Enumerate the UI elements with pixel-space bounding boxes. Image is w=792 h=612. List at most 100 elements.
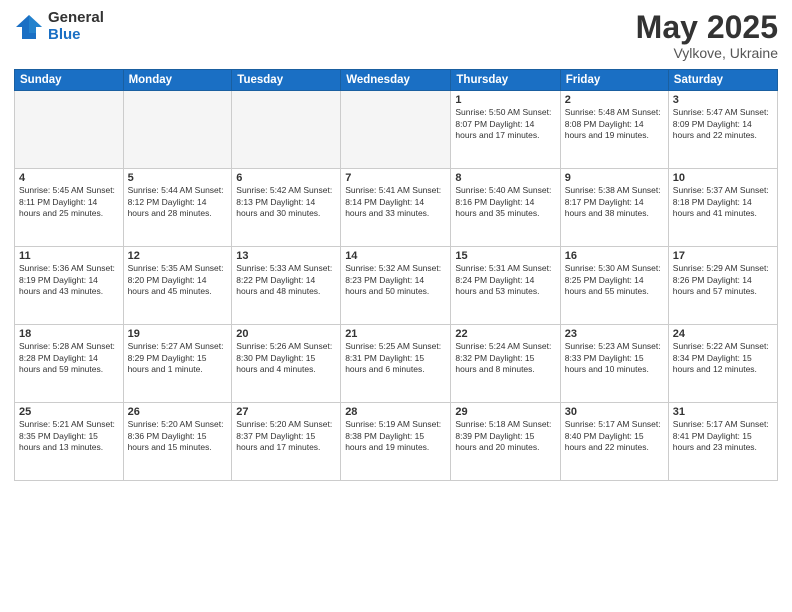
table-cell (341, 91, 451, 169)
table-cell: 18Sunrise: 5:28 AM Sunset: 8:28 PM Dayli… (15, 325, 124, 403)
day-info: Sunrise: 5:42 AM Sunset: 8:13 PM Dayligh… (236, 185, 336, 219)
day-info: Sunrise: 5:36 AM Sunset: 8:19 PM Dayligh… (19, 263, 119, 297)
day-info: Sunrise: 5:21 AM Sunset: 8:35 PM Dayligh… (19, 419, 119, 453)
day-number: 5 (128, 172, 228, 184)
page: General Blue May 2025 Vylkove, Ukraine S… (0, 0, 792, 612)
header-sunday: Sunday (15, 70, 124, 91)
day-number: 13 (236, 250, 336, 262)
table-cell: 29Sunrise: 5:18 AM Sunset: 8:39 PM Dayli… (451, 403, 560, 481)
day-info: Sunrise: 5:37 AM Sunset: 8:18 PM Dayligh… (673, 185, 773, 219)
table-cell (15, 91, 124, 169)
table-cell: 24Sunrise: 5:22 AM Sunset: 8:34 PM Dayli… (668, 325, 777, 403)
day-number: 19 (128, 328, 228, 340)
day-info: Sunrise: 5:23 AM Sunset: 8:33 PM Dayligh… (565, 341, 664, 375)
day-number: 10 (673, 172, 773, 184)
table-cell: 19Sunrise: 5:27 AM Sunset: 8:29 PM Dayli… (123, 325, 232, 403)
header: General Blue May 2025 Vylkove, Ukraine (14, 10, 778, 61)
table-cell: 31Sunrise: 5:17 AM Sunset: 8:41 PM Dayli… (668, 403, 777, 481)
day-number: 9 (565, 172, 664, 184)
day-number: 20 (236, 328, 336, 340)
calendar-row-3: 11Sunrise: 5:36 AM Sunset: 8:19 PM Dayli… (15, 247, 778, 325)
day-info: Sunrise: 5:28 AM Sunset: 8:28 PM Dayligh… (19, 341, 119, 375)
table-cell: 28Sunrise: 5:19 AM Sunset: 8:38 PM Dayli… (341, 403, 451, 481)
day-number: 29 (455, 406, 555, 418)
day-info: Sunrise: 5:19 AM Sunset: 8:38 PM Dayligh… (345, 419, 446, 453)
table-cell: 15Sunrise: 5:31 AM Sunset: 8:24 PM Dayli… (451, 247, 560, 325)
day-number: 8 (455, 172, 555, 184)
table-cell: 20Sunrise: 5:26 AM Sunset: 8:30 PM Dayli… (232, 325, 341, 403)
header-thursday: Thursday (451, 70, 560, 91)
header-monday: Monday (123, 70, 232, 91)
day-number: 15 (455, 250, 555, 262)
day-info: Sunrise: 5:44 AM Sunset: 8:12 PM Dayligh… (128, 185, 228, 219)
day-number: 4 (19, 172, 119, 184)
header-saturday: Saturday (668, 70, 777, 91)
header-friday: Friday (560, 70, 668, 91)
table-cell: 25Sunrise: 5:21 AM Sunset: 8:35 PM Dayli… (15, 403, 124, 481)
day-info: Sunrise: 5:38 AM Sunset: 8:17 PM Dayligh… (565, 185, 664, 219)
day-number: 28 (345, 406, 446, 418)
day-number: 2 (565, 94, 664, 106)
table-cell: 1Sunrise: 5:50 AM Sunset: 8:07 PM Daylig… (451, 91, 560, 169)
day-number: 17 (673, 250, 773, 262)
day-info: Sunrise: 5:40 AM Sunset: 8:16 PM Dayligh… (455, 185, 555, 219)
table-cell: 16Sunrise: 5:30 AM Sunset: 8:25 PM Dayli… (560, 247, 668, 325)
day-info: Sunrise: 5:24 AM Sunset: 8:32 PM Dayligh… (455, 341, 555, 375)
day-number: 26 (128, 406, 228, 418)
day-number: 21 (345, 328, 446, 340)
table-cell: 8Sunrise: 5:40 AM Sunset: 8:16 PM Daylig… (451, 169, 560, 247)
day-number: 16 (565, 250, 664, 262)
table-cell: 21Sunrise: 5:25 AM Sunset: 8:31 PM Dayli… (341, 325, 451, 403)
table-cell: 11Sunrise: 5:36 AM Sunset: 8:19 PM Dayli… (15, 247, 124, 325)
header-tuesday: Tuesday (232, 70, 341, 91)
day-number: 30 (565, 406, 664, 418)
table-cell: 10Sunrise: 5:37 AM Sunset: 8:18 PM Dayli… (668, 169, 777, 247)
calendar-row-4: 18Sunrise: 5:28 AM Sunset: 8:28 PM Dayli… (15, 325, 778, 403)
day-info: Sunrise: 5:27 AM Sunset: 8:29 PM Dayligh… (128, 341, 228, 375)
day-number: 6 (236, 172, 336, 184)
header-wednesday: Wednesday (341, 70, 451, 91)
day-number: 27 (236, 406, 336, 418)
calendar-row-1: 1Sunrise: 5:50 AM Sunset: 8:07 PM Daylig… (15, 91, 778, 169)
day-info: Sunrise: 5:20 AM Sunset: 8:37 PM Dayligh… (236, 419, 336, 453)
day-info: Sunrise: 5:48 AM Sunset: 8:08 PM Dayligh… (565, 107, 664, 141)
day-info: Sunrise: 5:18 AM Sunset: 8:39 PM Dayligh… (455, 419, 555, 453)
table-cell: 13Sunrise: 5:33 AM Sunset: 8:22 PM Dayli… (232, 247, 341, 325)
day-info: Sunrise: 5:17 AM Sunset: 8:41 PM Dayligh… (673, 419, 773, 453)
table-cell: 7Sunrise: 5:41 AM Sunset: 8:14 PM Daylig… (341, 169, 451, 247)
day-number: 25 (19, 406, 119, 418)
day-number: 31 (673, 406, 773, 418)
weekday-header-row: Sunday Monday Tuesday Wednesday Thursday… (15, 70, 778, 91)
table-cell (123, 91, 232, 169)
table-cell: 9Sunrise: 5:38 AM Sunset: 8:17 PM Daylig… (560, 169, 668, 247)
calendar-table: Sunday Monday Tuesday Wednesday Thursday… (14, 69, 778, 481)
day-info: Sunrise: 5:30 AM Sunset: 8:25 PM Dayligh… (565, 263, 664, 297)
day-info: Sunrise: 5:47 AM Sunset: 8:09 PM Dayligh… (673, 107, 773, 141)
day-number: 18 (19, 328, 119, 340)
day-number: 7 (345, 172, 446, 184)
day-info: Sunrise: 5:29 AM Sunset: 8:26 PM Dayligh… (673, 263, 773, 297)
table-cell: 12Sunrise: 5:35 AM Sunset: 8:20 PM Dayli… (123, 247, 232, 325)
day-number: 23 (565, 328, 664, 340)
day-info: Sunrise: 5:41 AM Sunset: 8:14 PM Dayligh… (345, 185, 446, 219)
title-location: Vylkove, Ukraine (636, 45, 778, 61)
logo-icon (14, 13, 44, 41)
day-info: Sunrise: 5:45 AM Sunset: 8:11 PM Dayligh… (19, 185, 119, 219)
day-info: Sunrise: 5:33 AM Sunset: 8:22 PM Dayligh… (236, 263, 336, 297)
day-info: Sunrise: 5:26 AM Sunset: 8:30 PM Dayligh… (236, 341, 336, 375)
day-info: Sunrise: 5:25 AM Sunset: 8:31 PM Dayligh… (345, 341, 446, 375)
table-cell: 5Sunrise: 5:44 AM Sunset: 8:12 PM Daylig… (123, 169, 232, 247)
day-number: 11 (19, 250, 119, 262)
calendar-row-5: 25Sunrise: 5:21 AM Sunset: 8:35 PM Dayli… (15, 403, 778, 481)
day-info: Sunrise: 5:17 AM Sunset: 8:40 PM Dayligh… (565, 419, 664, 453)
logo-blue-text: Blue (48, 27, 104, 44)
day-info: Sunrise: 5:31 AM Sunset: 8:24 PM Dayligh… (455, 263, 555, 297)
day-number: 24 (673, 328, 773, 340)
table-cell: 22Sunrise: 5:24 AM Sunset: 8:32 PM Dayli… (451, 325, 560, 403)
day-number: 1 (455, 94, 555, 106)
table-cell (232, 91, 341, 169)
title-month: May 2025 (636, 10, 778, 45)
day-info: Sunrise: 5:22 AM Sunset: 8:34 PM Dayligh… (673, 341, 773, 375)
table-cell: 30Sunrise: 5:17 AM Sunset: 8:40 PM Dayli… (560, 403, 668, 481)
day-info: Sunrise: 5:50 AM Sunset: 8:07 PM Dayligh… (455, 107, 555, 141)
